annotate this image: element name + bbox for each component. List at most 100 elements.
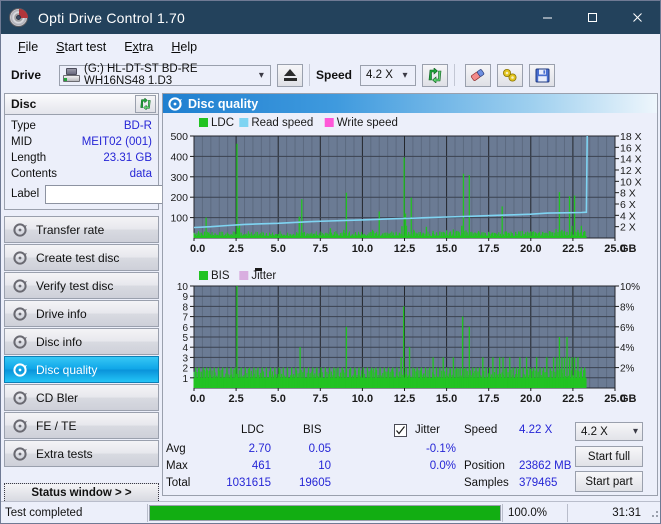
disc-row-key: Type xyxy=(11,120,36,132)
menu-start-test[interactable]: Start test xyxy=(47,38,115,56)
svg-text:3: 3 xyxy=(182,353,188,364)
disc-icon xyxy=(11,419,29,433)
svg-text:10.0: 10.0 xyxy=(352,243,373,255)
jitter-checkbox[interactable] xyxy=(394,424,407,437)
menu-help[interactable]: Help xyxy=(162,38,206,56)
sidebar-item-fe-te[interactable]: FE / TE xyxy=(4,412,159,439)
menu-file[interactable]: FFileile xyxy=(9,38,47,56)
sidebar-item-label: FE / TE xyxy=(36,419,76,433)
chevron-down-icon: ▾ xyxy=(255,70,268,81)
svg-text:0.0: 0.0 xyxy=(190,393,205,405)
stats-position-label: Position xyxy=(464,460,505,472)
start-part-button[interactable]: Start part xyxy=(575,471,643,492)
sidebar-item-disc-quality[interactable]: Disc quality xyxy=(4,356,159,383)
drive-select-value: (G:) HL-DT-ST BD-RE WH16NS48 1.D3 xyxy=(84,63,255,87)
svg-text:Read speed: Read speed xyxy=(251,117,313,129)
sidebar-item-extra-tests[interactable]: Extra tests xyxy=(4,440,159,467)
speed-select[interactable]: 4.2 X ▾ xyxy=(360,65,416,86)
disc-icon xyxy=(11,363,29,377)
disc-row-key: MID xyxy=(11,136,32,148)
svg-text:1: 1 xyxy=(182,374,188,385)
chevron-down-icon: ▾ xyxy=(397,70,413,81)
svg-text:12.5: 12.5 xyxy=(394,393,415,405)
stats-speed-value: 4.22 X xyxy=(519,424,552,436)
sidebar-item-label: Create test disc xyxy=(36,251,119,265)
sidebar-item-drive-info[interactable]: Drive info xyxy=(4,300,159,327)
disc-icon xyxy=(11,279,29,293)
test-speed-select[interactable]: 4.2 X ▾ xyxy=(575,422,643,441)
content-title: Disc quality xyxy=(188,97,258,111)
sidebar-item-transfer-rate[interactable]: Transfer rate xyxy=(4,216,159,243)
svg-text:5.0: 5.0 xyxy=(271,393,286,405)
ldc-chart[interactable]: 1002003004005002 X4 X6 X8 X10 X12 X14 X1… xyxy=(163,113,657,268)
erase-icon xyxy=(470,68,487,83)
svg-text:10 X: 10 X xyxy=(620,176,642,188)
tools-button[interactable] xyxy=(497,64,523,87)
svg-text:10: 10 xyxy=(177,282,189,293)
eject-button[interactable] xyxy=(277,64,303,87)
title-bar: Opti Drive Control 1.70 xyxy=(1,1,660,34)
svg-text:22.5: 22.5 xyxy=(562,393,583,405)
disc-icon xyxy=(11,391,29,405)
erase-button[interactable] xyxy=(465,64,491,87)
stats-col-ldc: LDC xyxy=(241,424,264,436)
svg-text:GB: GB xyxy=(620,393,637,405)
svg-text:20.0: 20.0 xyxy=(520,243,541,255)
sidebar-item-verify-test-disc[interactable]: Verify test disc xyxy=(4,272,159,299)
svg-text:100: 100 xyxy=(170,213,188,225)
start-full-button[interactable]: Start full xyxy=(575,446,643,467)
sidebar-item-cd-bler[interactable]: CD Bler xyxy=(4,384,159,411)
left-panel: Disc Type BD-R MID MEIT02 (001) Length 2… xyxy=(4,93,159,503)
disc-quality-icon xyxy=(168,97,182,111)
sidebar-item-disc-info[interactable]: Disc info xyxy=(4,328,159,355)
stats-position-value: 23862 MB xyxy=(519,460,571,472)
svg-text:12.5: 12.5 xyxy=(394,243,415,255)
stats-ldc-total: 1031615 xyxy=(221,477,271,489)
disc-icon xyxy=(11,223,29,237)
svg-text:20.0: 20.0 xyxy=(520,393,541,405)
close-icon[interactable] xyxy=(615,1,660,34)
progress-bar xyxy=(149,505,501,521)
menu-extra[interactable]: Extra xyxy=(115,38,162,56)
svg-text:0.0: 0.0 xyxy=(190,243,205,255)
svg-text:14 X: 14 X xyxy=(620,154,642,166)
status-window-button[interactable]: Status window > > xyxy=(4,483,159,503)
svg-text:6: 6 xyxy=(182,323,188,334)
svg-text:2.5: 2.5 xyxy=(228,393,243,405)
drive-select[interactable]: (G:) HL-DT-ST BD-RE WH16NS48 1.D3 ▾ xyxy=(59,65,271,86)
svg-text:9: 9 xyxy=(182,292,188,303)
svg-text:10.0: 10.0 xyxy=(352,393,373,405)
resize-grip[interactable] xyxy=(648,507,660,519)
stats-row-total: Total xyxy=(166,477,190,489)
disc-refresh-button[interactable] xyxy=(135,95,156,113)
jitter-label: Jitter xyxy=(415,424,440,436)
svg-text:8: 8 xyxy=(182,302,188,313)
speed-label: Speed xyxy=(316,68,352,82)
drive-icon xyxy=(63,68,80,82)
drive-label: Drive xyxy=(11,68,55,82)
app-window: Opti Drive Control 1.70 FFileile Start t… xyxy=(0,0,661,524)
refresh-button[interactable] xyxy=(422,64,448,87)
sidebar-item-label: Verify test disc xyxy=(36,279,113,293)
svg-text:12 X: 12 X xyxy=(620,165,642,177)
disc-info-body: Type BD-R MID MEIT02 (001) Length 23.31 … xyxy=(4,115,159,210)
minimize-icon[interactable] xyxy=(525,1,570,34)
maximize-icon[interactable] xyxy=(570,1,615,34)
sidebar-item-label: Drive info xyxy=(36,307,87,321)
svg-text:7.5: 7.5 xyxy=(313,243,328,255)
svg-text:7: 7 xyxy=(182,313,188,324)
sidebar-item-label: CD Bler xyxy=(36,391,78,405)
svg-text:17.5: 17.5 xyxy=(478,243,499,255)
svg-text:17.5: 17.5 xyxy=(478,393,499,405)
disc-icon xyxy=(11,251,29,265)
stats-row-avg: Avg xyxy=(166,443,186,455)
disc-row-length: Length 23.31 GB xyxy=(11,150,152,166)
window-title: Opti Drive Control 1.70 xyxy=(38,10,185,26)
content-header: Disc quality xyxy=(163,94,657,113)
svg-text:300: 300 xyxy=(170,172,188,184)
sidebar-item-create-test-disc[interactable]: Create test disc xyxy=(4,244,159,271)
save-button[interactable] xyxy=(529,64,555,87)
disc-row-value: 23.31 GB xyxy=(103,152,152,164)
bis-chart[interactable]: 123456789102%4%6%8%10%0.02.55.07.510.012… xyxy=(163,268,657,421)
svg-text:6%: 6% xyxy=(620,323,635,334)
